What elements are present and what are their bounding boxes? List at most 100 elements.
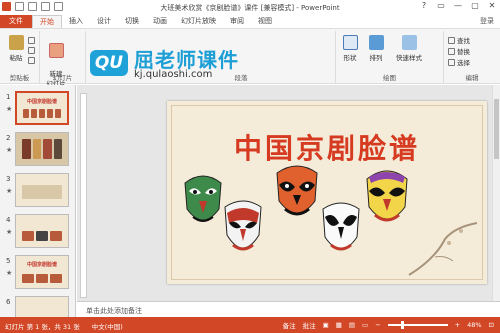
tab-slideshow[interactable]: 幻灯片放映 — [174, 15, 223, 28]
thumbnail-image — [15, 214, 69, 248]
quick-styles-icon — [401, 35, 417, 50]
animation-star-icon: ★ — [6, 269, 13, 277]
ribbon-display-button[interactable]: ▭ — [436, 1, 446, 10]
slides-label: 幻灯片 — [52, 74, 73, 82]
vertical-scrollbar[interactable] — [492, 85, 500, 301]
animation-star-icon: ★ — [6, 187, 13, 195]
tab-insert[interactable]: 插入 — [62, 15, 90, 28]
arrange-button[interactable]: 排列 — [364, 35, 388, 62]
tab-file[interactable]: 文件 — [0, 15, 32, 28]
status-right: 备注 批注 ▣ ▦ ▤ ▭ − + 48% ⊡ — [283, 320, 494, 330]
minimize-button[interactable]: — — [453, 1, 463, 10]
cut-button[interactable] — [28, 37, 35, 44]
thumbnail-3[interactable]: 3 ★ — [0, 173, 75, 213]
watermark-logo: QU 屈老师课件 kj.qulaoshi.com — [90, 44, 270, 84]
tab-design[interactable]: 设计 — [90, 15, 118, 28]
zoom-level[interactable]: 48% — [467, 321, 481, 329]
arrange-label: 排列 — [369, 54, 383, 62]
clipboard-group: 粘贴 剪贴板 — [0, 31, 40, 83]
thumbnail-title: 中国京剧脸谱 — [26, 262, 57, 268]
opera-mask-orange-black[interactable] — [273, 163, 321, 223]
logo-badge: QU — [90, 50, 128, 76]
format-painter-icon — [28, 57, 35, 64]
slide-title[interactable]: 中国京剧脸谱 — [167, 127, 487, 167]
thumbnail-masks — [22, 231, 62, 241]
branch-decoration — [408, 222, 478, 276]
slide-edit-area: 中国京剧脸谱 — [77, 85, 500, 301]
help-button[interactable]: ? — [419, 1, 429, 10]
slideshow-view-icon[interactable]: ▭ — [362, 321, 368, 329]
replace-icon — [448, 47, 455, 55]
paste-icon — [8, 35, 24, 50]
scrollbar-thumb[interactable] — [494, 99, 499, 159]
animation-star-icon: ★ — [6, 105, 13, 113]
language-indicator[interactable]: 中文(中国) — [92, 321, 123, 331]
thumbnail-number: 6 — [6, 298, 11, 306]
copy-icon — [28, 47, 35, 54]
thumbnail-image — [15, 132, 69, 166]
thumbnail-2[interactable]: 2 ★ — [0, 132, 75, 172]
status-left: 幻灯片 第 1 张，共 31 张 中文(中国) — [5, 321, 123, 331]
find-label: 查找 — [457, 37, 470, 45]
replace-button[interactable]: 替换 — [448, 46, 470, 56]
thumbnail-image — [15, 173, 69, 207]
notes-button[interactable]: 备注 — [283, 320, 296, 330]
thumbnail-5[interactable]: 5 ★ 中国京剧脸谱 — [0, 255, 75, 295]
close-button[interactable]: ✕ — [487, 1, 497, 10]
ribbon-tabs: 文件 开始 插入 设计 切换 动画 幻灯片放映 审阅 视图 登录 — [0, 15, 500, 28]
sorter-view-icon[interactable]: ▦ — [336, 321, 342, 329]
tab-view[interactable]: 视图 — [251, 15, 279, 28]
format-painter-button[interactable] — [28, 57, 35, 64]
tab-animations[interactable]: 动画 — [146, 15, 174, 28]
opera-mask-red-white[interactable] — [221, 199, 265, 259]
thumbnail-number: 5 — [6, 257, 11, 265]
slides-group: 新建 幻灯片 幻灯片 — [40, 31, 86, 88]
thumbnail-1[interactable]: 1 ★ 中国京剧脸谱 — [0, 91, 75, 131]
thumbnail-masks — [23, 109, 61, 118]
editing-group: 查找 替换 选择 编辑 — [444, 31, 500, 83]
editing-label: 编辑 — [465, 74, 479, 82]
opera-mask-green[interactable] — [181, 173, 225, 229]
tab-review[interactable]: 审阅 — [223, 15, 251, 28]
find-icon — [448, 36, 455, 44]
reading-view-icon[interactable]: ▤ — [349, 321, 355, 329]
copy-button[interactable] — [28, 47, 35, 54]
quick-styles-button[interactable]: 快速样式 — [392, 35, 426, 62]
zoom-in-icon[interactable]: + — [455, 321, 460, 329]
comments-button[interactable]: 批注 — [303, 320, 316, 330]
thumbnail-6[interactable]: 6 — [0, 296, 75, 317]
sign-in-link[interactable]: 登录 — [480, 16, 494, 26]
maximize-button[interactable]: ▢ — [470, 1, 480, 10]
slide-thumbnails-pane: 1 ★ 中国京剧脸谱 2 ★ 3 ★ 4 ★ 5 ★ 中国京剧脸谱 6 — [0, 85, 76, 317]
opera-mask-white-black[interactable] — [319, 201, 363, 259]
thumbnail-number: 4 — [6, 216, 11, 224]
thumbnail-number: 3 — [6, 175, 11, 183]
fit-slide-icon[interactable]: ⊡ — [489, 321, 494, 329]
zoom-out-icon[interactable]: − — [375, 321, 380, 329]
replace-label: 替换 — [457, 48, 470, 56]
notes-pane[interactable]: 单击此处添加备注 — [77, 301, 500, 317]
shape-icon — [342, 35, 358, 50]
thumbnail-number: 2 — [6, 134, 11, 142]
zoom-slider[interactable] — [387, 321, 448, 329]
cut-icon — [28, 37, 35, 44]
logo-url: kj.qulaoshi.com — [134, 69, 213, 80]
select-button[interactable]: 选择 — [448, 57, 470, 67]
current-slide[interactable]: 中国京剧脸谱 — [167, 101, 487, 284]
zoom-slider-knob[interactable] — [401, 321, 405, 329]
thumbnail-image: 中国京剧脸谱 — [15, 91, 69, 125]
thumbnail-image: 中国京剧脸谱 — [15, 255, 69, 289]
thumbnail-4[interactable]: 4 ★ — [0, 214, 75, 254]
window-controls: ? ▭ — ▢ ✕ — [419, 1, 497, 10]
status-bar: 幻灯片 第 1 张，共 31 张 中文(中国) 备注 批注 ▣ ▦ ▤ ▭ − … — [0, 317, 500, 333]
tab-home[interactable]: 开始 — [32, 15, 62, 28]
paste-button[interactable]: 粘贴 — [4, 35, 28, 62]
shape-button[interactable]: 形状 — [338, 35, 362, 62]
tab-transitions[interactable]: 切换 — [118, 15, 146, 28]
animation-star-icon: ★ — [6, 146, 13, 154]
opera-mask-gold[interactable] — [363, 169, 411, 229]
normal-view-icon[interactable]: ▣ — [323, 321, 329, 329]
find-button[interactable]: 查找 — [448, 35, 470, 45]
clipboard-label: 剪贴板 — [9, 74, 30, 82]
vertical-ruler — [80, 93, 87, 298]
